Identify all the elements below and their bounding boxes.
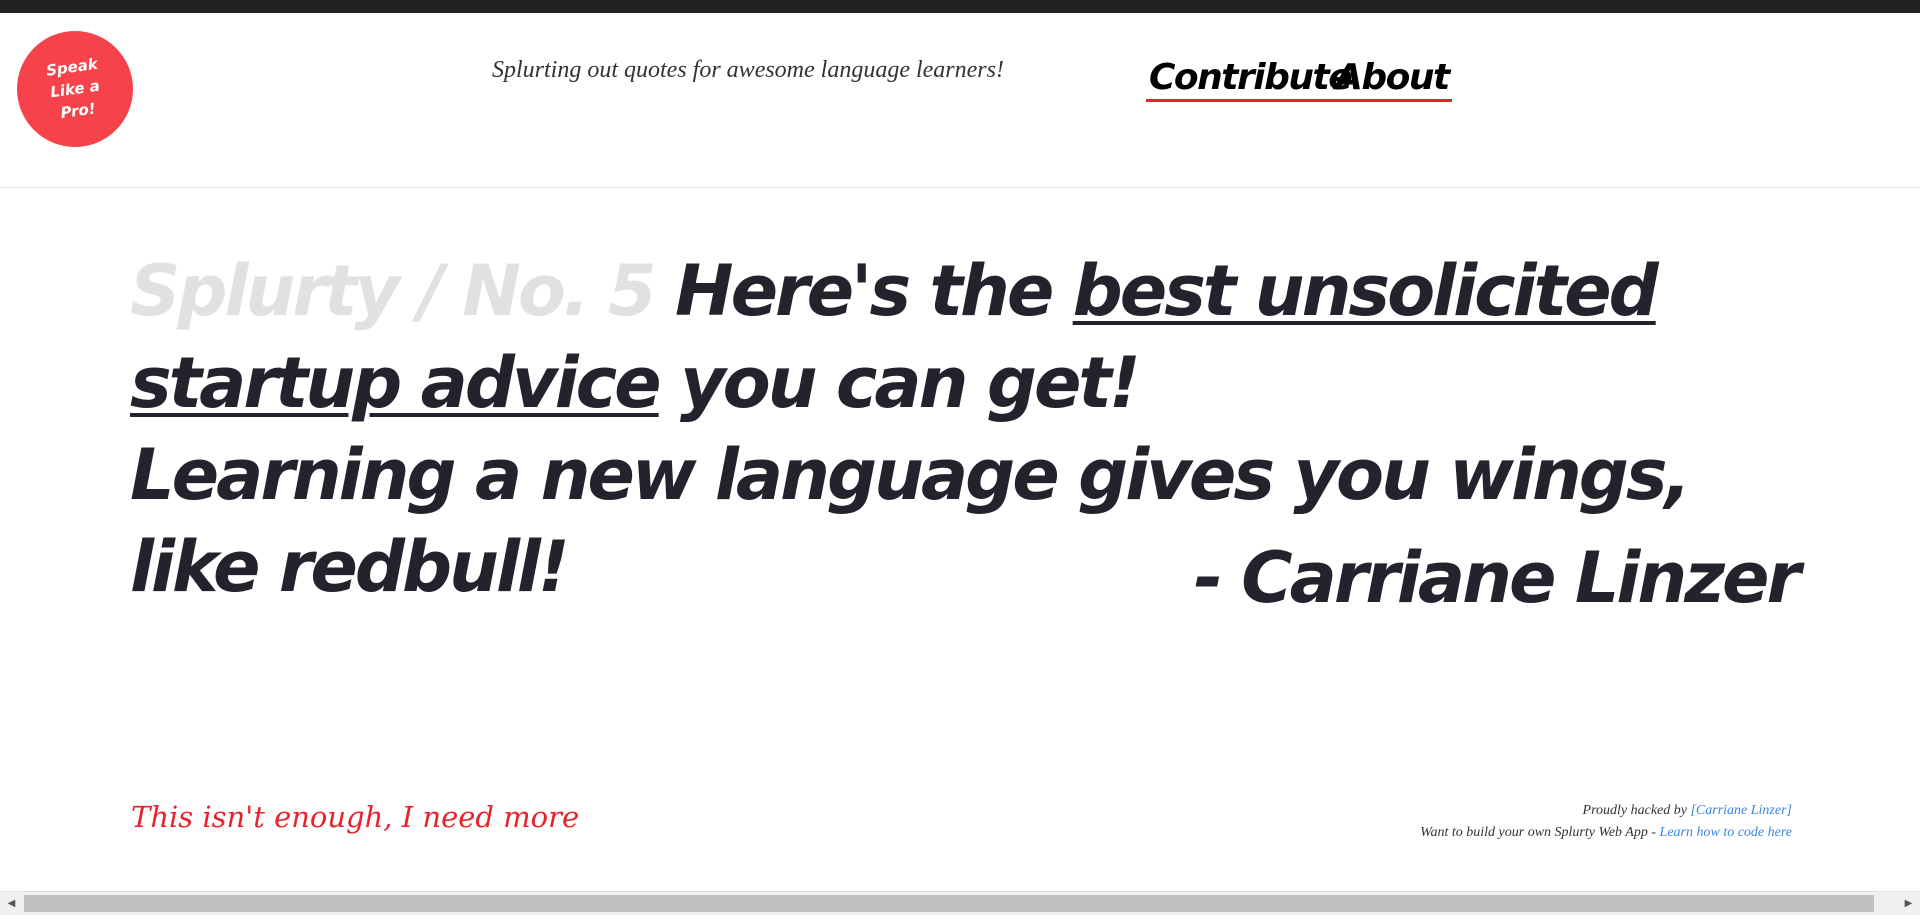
- browser-top-bar: [0, 0, 1920, 13]
- scroll-left-icon[interactable]: ◀: [0, 892, 23, 915]
- footer-build-label: Want to build your own Splurty Web App -: [1420, 825, 1657, 840]
- learn-code-link[interactable]: Learn how to code here: [1660, 825, 1792, 840]
- footer-hacked-by: Proudly hacked by [Carriane Linzer]: [1192, 800, 1792, 822]
- nav-about-link[interactable]: About: [1332, 57, 1452, 102]
- logo-badge[interactable]: Speak Like a Pro!: [17, 31, 133, 147]
- logo-text: Speak Like a Pro!: [45, 54, 101, 123]
- nav-contribute-link[interactable]: Contribute: [1146, 57, 1355, 102]
- site-header: Speak Like a Pro! Splurting out quotes f…: [0, 13, 1920, 188]
- footer-hacked-by-label: Proudly hacked by: [1582, 803, 1687, 818]
- quote-number: Splurty / No. 5: [130, 250, 657, 332]
- scrollbar-thumb[interactable]: [24, 895, 1874, 912]
- site-tagline: Splurting out quotes for awesome languag…: [492, 57, 1004, 83]
- more-quotes-link[interactable]: This isn't enough, I need more: [131, 800, 579, 834]
- scroll-right-icon[interactable]: ▶: [1897, 892, 1920, 915]
- intro-text-after: you can get!: [679, 342, 1141, 424]
- intro-text-before: Here's the: [675, 250, 1054, 332]
- author-link[interactable]: [Carriane Linzer]: [1690, 803, 1792, 818]
- horizontal-scrollbar[interactable]: ◀ ▶: [0, 891, 1920, 915]
- footer-build: Want to build your own Splurty Web App -…: [1192, 822, 1792, 844]
- quote-author: - Carriane Linzer: [1193, 537, 1801, 619]
- site-footer: Proudly hacked by [Carriane Linzer] Want…: [1192, 800, 1792, 844]
